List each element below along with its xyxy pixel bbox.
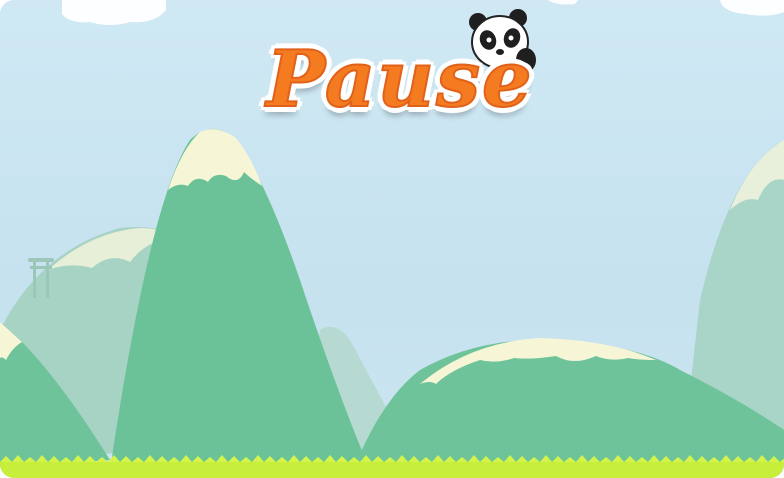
game-screen: Pause bbox=[0, 0, 784, 478]
clouds bbox=[62, 0, 784, 25]
cloud-left bbox=[62, 0, 166, 25]
cloud-mid bbox=[548, 0, 578, 5]
cloud-right bbox=[720, 0, 784, 16]
main-mountain bbox=[110, 128, 370, 470]
pause-title: Pause bbox=[265, 33, 534, 126]
